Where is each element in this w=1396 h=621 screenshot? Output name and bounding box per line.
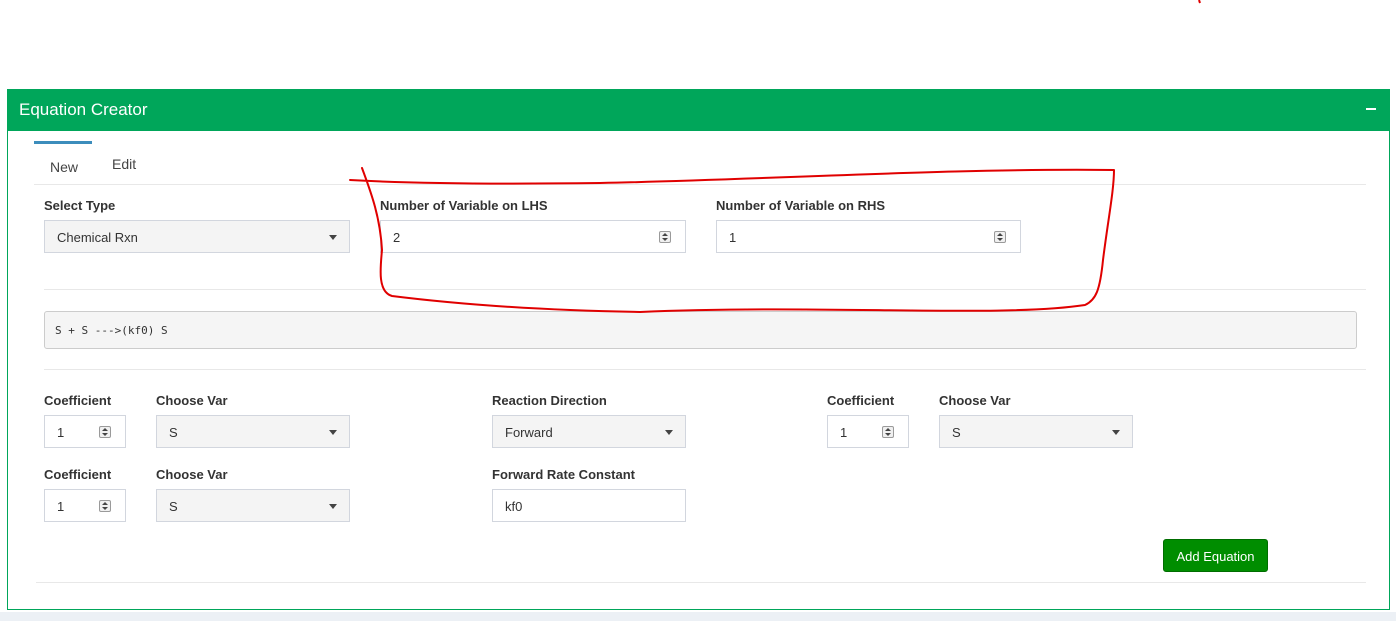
tab-edit[interactable]: Edit xyxy=(92,141,150,184)
caret-down-icon xyxy=(329,235,337,240)
choose-var-label: Choose Var xyxy=(156,393,228,408)
tab-new[interactable]: New xyxy=(34,141,92,184)
choose-var-label: Choose Var xyxy=(939,393,1011,408)
rhs-count-label: Number of Variable on RHS xyxy=(716,198,886,213)
lhs-count-value: 2 xyxy=(393,230,401,245)
coefficient-label: Coefficient xyxy=(827,393,895,408)
lhs-count-label: Number of Variable on LHS xyxy=(380,198,548,213)
annotation-mark xyxy=(1198,0,1201,4)
equation-preview-text: S + S --->(kf0) S xyxy=(55,324,168,337)
add-equation-button[interactable]: Add Equation xyxy=(1163,539,1268,572)
coefficient-label: Coefficient xyxy=(44,393,112,408)
panel-title: Equation Creator xyxy=(19,100,148,119)
forward-rate-label: Forward Rate Constant xyxy=(492,467,636,482)
reaction-direction-label: Reaction Direction xyxy=(492,393,607,408)
select-type-label: Select Type xyxy=(44,198,116,213)
forward-rate-value: kf0 xyxy=(505,499,523,514)
caret-down-icon xyxy=(1112,430,1120,435)
page-background xyxy=(0,612,1396,621)
caret-down-icon xyxy=(329,504,337,509)
choose-var-label: Choose Var xyxy=(156,467,228,482)
number-spinner-icon[interactable] xyxy=(99,426,111,438)
equation-preview: S + S --->(kf0) S xyxy=(44,311,1357,349)
rhs-var-dropdown[interactable]: S xyxy=(939,415,1133,448)
divider xyxy=(44,289,1366,290)
tab-edit-label: Edit xyxy=(112,156,137,172)
var-value: S xyxy=(169,425,178,440)
forward-rate-input[interactable]: kf0 xyxy=(492,489,686,522)
number-spinner-icon[interactable] xyxy=(882,426,894,438)
number-spinner-icon[interactable] xyxy=(659,231,671,243)
panel-header: Equation Creator xyxy=(8,89,1389,131)
caret-down-icon xyxy=(665,430,673,435)
reaction-direction-value: Forward xyxy=(505,425,553,440)
reaction-direction-dropdown[interactable]: Forward xyxy=(492,415,686,448)
select-type-value: Chemical Rxn xyxy=(57,230,138,245)
number-spinner-icon[interactable] xyxy=(99,500,111,512)
coefficient-value: 1 xyxy=(840,425,848,440)
divider xyxy=(36,582,1366,583)
minus-icon xyxy=(1366,108,1376,110)
number-spinner-icon[interactable] xyxy=(994,231,1006,243)
tab-new-label: New xyxy=(50,159,79,175)
equation-creator-panel: Equation Creator New Edit Select Type Ch… xyxy=(7,89,1390,610)
lhs-count-input[interactable]: 2 xyxy=(380,220,686,253)
divider xyxy=(44,369,1366,370)
coefficient-label: Coefficient xyxy=(44,467,112,482)
rhs-count-value: 1 xyxy=(729,230,737,245)
caret-down-icon xyxy=(329,430,337,435)
lhs-coefficient-input[interactable]: 1 xyxy=(44,489,126,522)
select-type-dropdown[interactable]: Chemical Rxn xyxy=(44,220,350,253)
coefficient-value: 1 xyxy=(57,499,65,514)
add-equation-label: Add Equation xyxy=(1176,549,1255,564)
tab-divider xyxy=(34,184,1366,185)
collapse-button[interactable] xyxy=(1363,99,1379,119)
coefficient-value: 1 xyxy=(57,425,65,440)
lhs-var-dropdown[interactable]: S xyxy=(156,415,350,448)
rhs-count-input[interactable]: 1 xyxy=(716,220,1021,253)
var-value: S xyxy=(952,425,961,440)
rhs-coefficient-input[interactable]: 1 xyxy=(827,415,909,448)
lhs-coefficient-input[interactable]: 1 xyxy=(44,415,126,448)
lhs-var-dropdown[interactable]: S xyxy=(156,489,350,522)
var-value: S xyxy=(169,499,178,514)
